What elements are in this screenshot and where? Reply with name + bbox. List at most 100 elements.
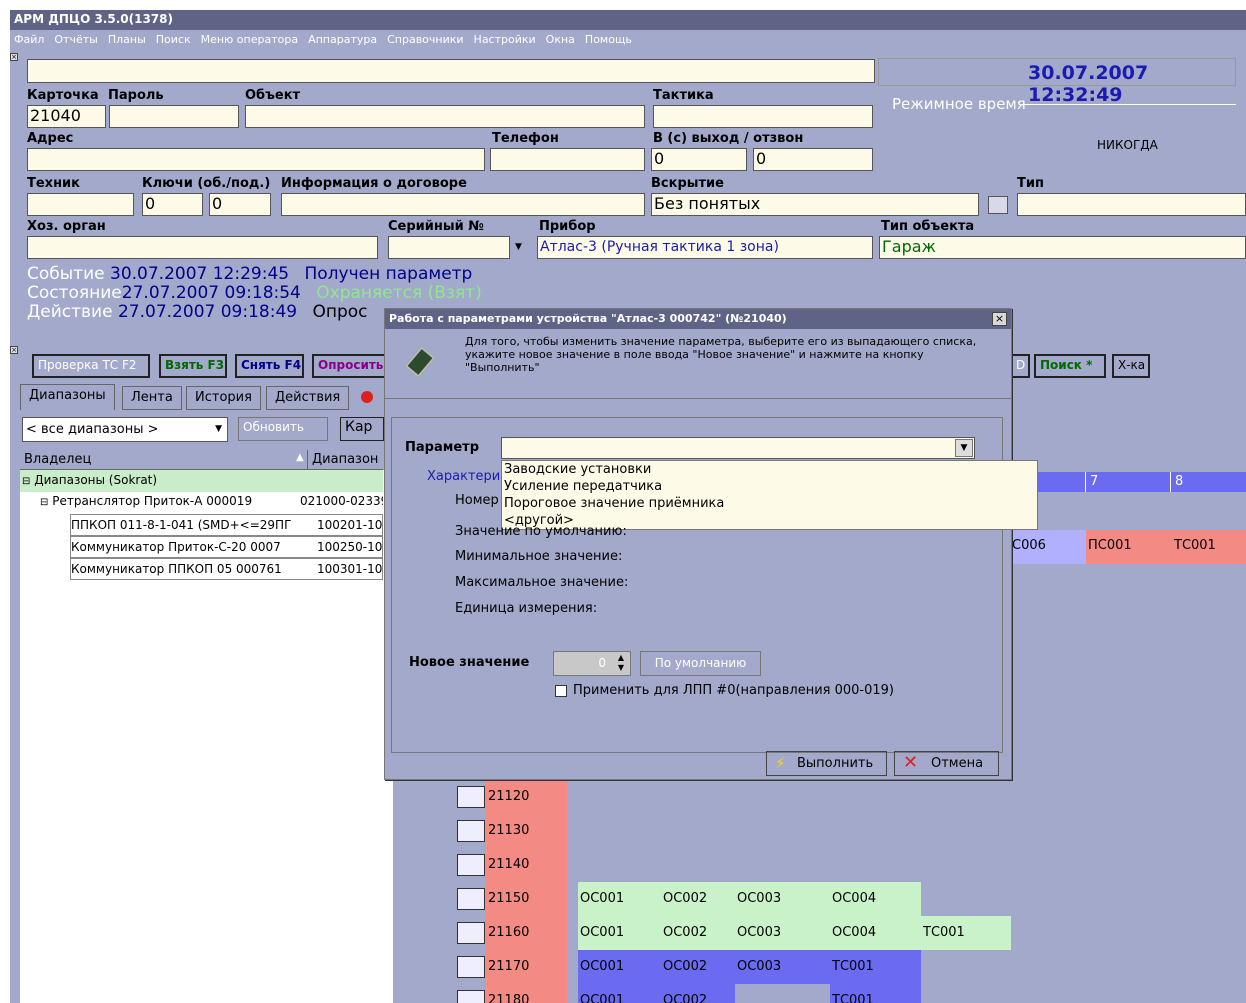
menu-item[interactable]: Поиск [156, 33, 191, 47]
tab-history[interactable]: История [186, 386, 261, 410]
grid-row[interactable]: 21180 ОС001 ОС002 ТС001 [435, 984, 1246, 1003]
callback-field[interactable]: 0 [753, 148, 873, 171]
grid-id-cell[interactable]: 21160 [486, 916, 567, 950]
type-field[interactable] [1017, 193, 1246, 216]
grid-cell[interactable]: ОС001 [578, 950, 661, 984]
menu-item[interactable]: Аппаратура [308, 33, 377, 47]
device-icon[interactable] [988, 196, 1008, 214]
tactics-field[interactable] [653, 105, 873, 128]
phone-field[interactable] [490, 148, 645, 171]
menu-item[interactable]: Меню оператора [201, 33, 298, 47]
contract-field[interactable] [281, 193, 645, 216]
grid-row[interactable]: 21120 [435, 780, 1246, 814]
chevron-down-icon[interactable]: ▼ [955, 439, 973, 457]
grid-row[interactable]: 21140 [435, 848, 1246, 882]
spinner-arrows-icon[interactable]: ▲ ▼ [613, 653, 629, 674]
action-row: Действие 27.07.2007 09:18:49 Опрос [27, 302, 368, 322]
menu-item[interactable]: Отчёты [54, 33, 97, 47]
keys-sub-field[interactable]: 0 [209, 193, 271, 216]
grid-cell[interactable]: ОС002 [661, 950, 735, 984]
grid-cell[interactable]: ТС001 [830, 950, 921, 984]
grid-cell[interactable] [735, 984, 830, 1003]
grid-id-cell[interactable]: 21150 [486, 882, 567, 916]
card-number-field[interactable]: 21040 [27, 105, 106, 128]
check-button[interactable]: Проверка ТС F2 [32, 354, 150, 378]
object-type-field[interactable]: Гараж [879, 236, 1246, 259]
exit-field[interactable]: 0 [651, 148, 747, 171]
grid-row[interactable]: 21150 ОС001 ОС002 ОС003 ОС004 [435, 882, 1246, 916]
range-select[interactable]: < все диапазоны > ▼ [22, 417, 228, 442]
tab-actions[interactable]: Действия [266, 386, 350, 410]
tree-row[interactable]: ⊟ Диапазоны (Sokrat) [20, 470, 383, 492]
default-button[interactable]: По умолчанию [640, 651, 761, 676]
grid-cell[interactable]: ОС004 [830, 882, 921, 916]
toolbar-right-button[interactable]: D [1010, 354, 1030, 378]
serial-field[interactable] [388, 236, 510, 259]
tab-ranges[interactable]: Диапазоны [20, 384, 115, 410]
grid-cell[interactable]: ОС002 [661, 984, 735, 1003]
grid-cell[interactable]: ОС002 [661, 882, 735, 916]
tree-row[interactable]: ППКОП 011-8-1-041 (SMD+<=29ПГ 100201-100… [70, 514, 383, 536]
tree-row[interactable]: ⊟ Ретранслятор Приток-А 000019 021000-02… [20, 491, 383, 513]
execute-button[interactable]: ⚡ Выполнить [766, 751, 887, 776]
password-field[interactable] [109, 105, 239, 128]
grid-id-cell[interactable]: 21180 [486, 984, 567, 1003]
keys-object-field[interactable]: 0 [142, 193, 203, 216]
poll-button[interactable]: Опросить [312, 354, 392, 378]
search-button[interactable]: Поиск * [1034, 354, 1106, 378]
arm-button[interactable]: Взять F3 [159, 354, 227, 378]
grid-row[interactable]: 21160 ОС001 ОС002 ОС003 ОС004 ТС001 [435, 916, 1246, 950]
panel-close-icon[interactable]: × [10, 53, 18, 61]
menu-item[interactable]: Помощь [585, 33, 632, 47]
opening-field[interactable]: Без понятых [651, 193, 979, 216]
grid-cell[interactable]: С006 [1010, 530, 1086, 564]
cancel-button[interactable]: ✕ Отмена [894, 751, 999, 776]
tree-row[interactable]: Коммуникатор ППКОП 05 000761 100301-1003… [70, 558, 383, 580]
grid-cell[interactable]: ОС003 [735, 882, 830, 916]
grid-id-cell[interactable]: 21170 [486, 950, 567, 984]
apply-all-checkbox[interactable] [555, 685, 567, 697]
dropdown-option[interactable]: Пороговое значение приёмника [504, 495, 724, 512]
grid-cell[interactable]: ОС001 [578, 984, 661, 1003]
grid-cell[interactable]: ТС001 [1172, 530, 1246, 564]
menu-item[interactable]: Настройки [474, 33, 536, 47]
refresh-button[interactable]: Обновить [238, 417, 328, 441]
menu-item[interactable]: Окна [546, 33, 575, 47]
tree-header: Владелец ▲ Диапазон [20, 450, 383, 470]
object-field[interactable] [245, 105, 645, 128]
dropdown-option[interactable]: Усиление передатчика [504, 478, 662, 495]
disarm-button[interactable]: Снять F4 [235, 354, 304, 378]
properties-button[interactable]: Х-ка [1112, 354, 1150, 378]
grid-cell[interactable]: ПС001 [1086, 530, 1172, 564]
grid-id-cell[interactable]: 21120 [486, 780, 567, 814]
grid-cell[interactable]: ОС003 [735, 916, 830, 950]
device-field[interactable]: Атлас-3 (Ручная тактика 1 зона) [537, 236, 873, 259]
menu-item[interactable]: Файл [14, 33, 44, 47]
tree-row[interactable]: Коммуникатор Приток-С-20 0007 100250-100… [70, 536, 383, 558]
alarm-icon [361, 391, 373, 403]
menu-item[interactable]: Справочники [387, 33, 463, 47]
grid-cell[interactable]: ОС001 [578, 882, 661, 916]
address-field[interactable] [27, 148, 485, 171]
grid-id-cell[interactable]: 21130 [486, 814, 567, 848]
parameter-select[interactable]: ▼ [501, 437, 975, 459]
grid-cell[interactable]: ТС001 [921, 916, 1011, 950]
owner-field[interactable] [27, 236, 378, 259]
technician-field[interactable] [27, 193, 134, 216]
tab-feed[interactable]: Лента [122, 386, 182, 410]
close-icon[interactable]: × [992, 312, 1007, 326]
grid-cell[interactable]: ТС001 [830, 984, 921, 1003]
grid-cell[interactable]: ОС004 [830, 916, 921, 950]
grid-cell[interactable]: ОС001 [578, 916, 661, 950]
top-input[interactable] [27, 59, 875, 83]
grid-id-cell[interactable]: 21140 [486, 848, 567, 882]
toolbar-close-icon[interactable]: × [10, 346, 18, 354]
card-button[interactable]: Кар [340, 417, 384, 441]
grid-row[interactable]: 21170 ОС001 ОС002 ОС003 ТС001 [435, 950, 1246, 984]
grid-cell[interactable]: ОС003 [735, 950, 830, 984]
menu-item[interactable]: Планы [108, 33, 146, 47]
grid-cell[interactable]: ОС002 [661, 916, 735, 950]
dropdown-option[interactable]: Заводские установки [504, 461, 651, 478]
grid-row[interactable]: 21130 [435, 814, 1246, 848]
serial-dropdown-icon[interactable]: ▼ [515, 242, 522, 252]
